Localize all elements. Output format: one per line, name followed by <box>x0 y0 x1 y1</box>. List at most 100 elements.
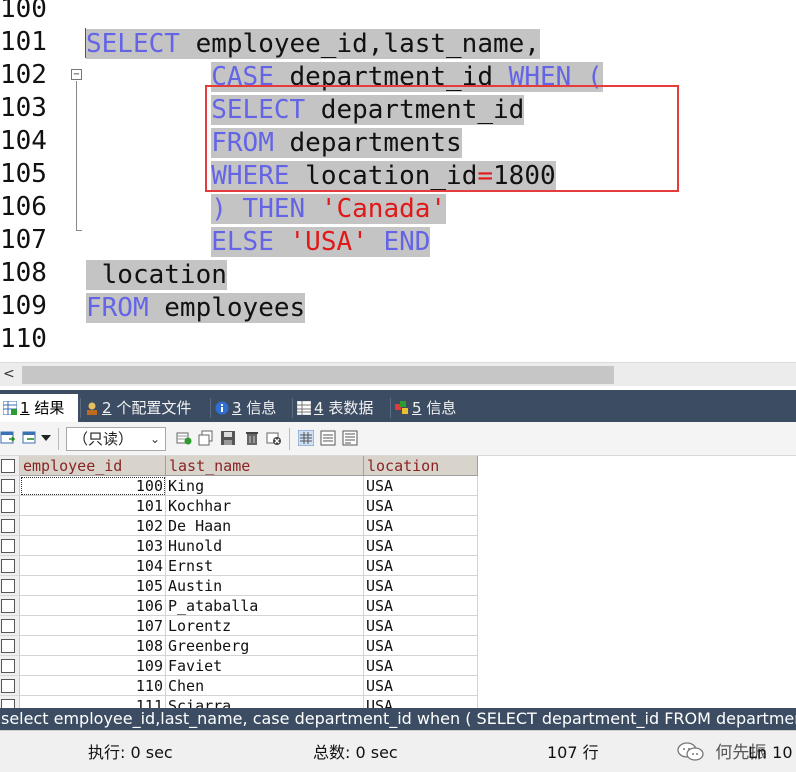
cell-last-name[interactable]: De Haan <box>166 516 364 536</box>
tab-5[interactable]: 5 信息 <box>392 394 470 422</box>
row-checkbox[interactable] <box>1 519 15 533</box>
cell-employee-id[interactable]: 111 <box>20 696 166 708</box>
cell-location[interactable]: USA <box>364 656 478 676</box>
row-checkbox[interactable] <box>1 619 15 633</box>
duplicate-row-icon[interactable] <box>198 430 214 446</box>
cell-employee-id[interactable]: 108 <box>20 636 166 656</box>
table-row[interactable]: 101 Kochhar USA <box>0 496 478 516</box>
cell-location[interactable]: USA <box>364 516 478 536</box>
table-row[interactable]: 109 Faviet USA <box>0 656 478 676</box>
column-header-location[interactable]: location <box>364 456 478 476</box>
cell-employee-id[interactable]: 100 <box>20 476 166 496</box>
cell-location[interactable]: USA <box>364 696 478 708</box>
tab-1[interactable]: 1 结果 <box>0 394 78 422</box>
tab-2[interactable]: 2 个配置文件 <box>82 394 208 422</box>
cell-employee-id[interactable]: 103 <box>20 536 166 556</box>
row-selector[interactable] <box>0 636 20 656</box>
export-icon[interactable] <box>0 430 16 446</box>
cell-employee-id[interactable]: 109 <box>20 656 166 676</box>
table-row[interactable]: 111 Sciarra USA <box>0 696 478 708</box>
cell-location[interactable]: USA <box>364 556 478 576</box>
row-selector[interactable] <box>0 556 20 576</box>
cell-employee-id[interactable]: 104 <box>20 556 166 576</box>
cell-last-name[interactable]: Greenberg <box>166 636 364 656</box>
cell-employee-id[interactable]: 110 <box>20 676 166 696</box>
save-icon[interactable] <box>220 430 236 446</box>
table-row[interactable]: 100 King USA <box>0 476 478 496</box>
select-all-cell[interactable] <box>0 456 20 476</box>
fold-collapse-icon[interactable]: − <box>71 69 82 80</box>
readonly-mode-select[interactable]: （只读） ⌄ <box>66 427 166 451</box>
cell-location[interactable]: USA <box>364 576 478 596</box>
row-selector[interactable] <box>0 536 20 556</box>
grid-view-icon[interactable] <box>298 430 314 446</box>
row-checkbox[interactable] <box>1 499 15 513</box>
cell-employee-id[interactable]: 105 <box>20 576 166 596</box>
cell-last-name[interactable]: King <box>166 476 364 496</box>
result-grid[interactable]: employee_id last_name location 100 King US… <box>0 456 796 708</box>
select-all-checkbox[interactable] <box>1 459 15 473</box>
row-selector[interactable] <box>0 616 20 636</box>
table-row[interactable]: 103 Hunold USA <box>0 536 478 556</box>
cell-last-name[interactable]: Kochhar <box>166 496 364 516</box>
cell-last-name[interactable]: Ernst <box>166 556 364 576</box>
delete-icon[interactable] <box>244 430 260 446</box>
cell-employee-id[interactable]: 107 <box>20 616 166 636</box>
cell-last-name[interactable]: Austin <box>166 576 364 596</box>
cell-last-name[interactable]: Sciarra <box>166 696 364 708</box>
cell-location[interactable]: USA <box>364 476 478 496</box>
sql-editor[interactable]: 100 101 102 103 104 105 106 107 108 109 110 − SELE… <box>0 0 796 362</box>
cell-employee-id[interactable]: 106 <box>20 596 166 616</box>
row-selector[interactable] <box>0 596 20 616</box>
cell-location[interactable]: USA <box>364 596 478 616</box>
row-selector[interactable] <box>0 576 20 596</box>
row-checkbox[interactable] <box>1 479 15 493</box>
text-view-icon[interactable] <box>342 430 358 446</box>
column-header-employee-id[interactable]: employee_id <box>20 456 166 476</box>
column-header-last-name[interactable]: last_name <box>166 456 364 476</box>
table-row[interactable]: 107 Lorentz USA <box>0 616 478 636</box>
row-selector[interactable] <box>0 676 20 696</box>
row-checkbox[interactable] <box>1 639 15 653</box>
cell-last-name[interactable]: P_ataballa <box>166 596 364 616</box>
row-selector[interactable] <box>0 476 20 496</box>
import-icon[interactable] <box>22 430 38 446</box>
cell-employee-id[interactable]: 101 <box>20 496 166 516</box>
row-checkbox[interactable] <box>1 699 15 708</box>
cell-location[interactable]: USA <box>364 616 478 636</box>
cell-last-name[interactable]: Chen <box>166 676 364 696</box>
table-row[interactable]: 108 Greenberg USA <box>0 636 478 656</box>
form-view-icon[interactable] <box>320 430 336 446</box>
add-row-icon[interactable] <box>176 430 192 446</box>
cell-last-name[interactable]: Hunold <box>166 536 364 556</box>
cell-location[interactable]: USA <box>364 536 478 556</box>
row-checkbox[interactable] <box>1 559 15 573</box>
table-row[interactable]: 105 Austin USA <box>0 576 478 596</box>
cell-last-name[interactable]: Faviet <box>166 656 364 676</box>
row-checkbox[interactable] <box>1 539 15 553</box>
cell-location[interactable]: USA <box>364 676 478 696</box>
row-checkbox[interactable] <box>1 579 15 593</box>
row-selector[interactable] <box>0 496 20 516</box>
cell-employee-id[interactable]: 102 <box>20 516 166 536</box>
row-checkbox[interactable] <box>1 659 15 673</box>
cell-last-name[interactable]: Lorentz <box>166 616 364 636</box>
table-row[interactable]: 106 P_ataballa USA <box>0 596 478 616</box>
table-row[interactable]: 102 De Haan USA <box>0 516 478 536</box>
table-row[interactable]: 110 Chen USA <box>0 676 478 696</box>
cancel-changes-icon[interactable] <box>266 430 282 446</box>
table-row[interactable]: 104 Ernst USA <box>0 556 478 576</box>
row-selector[interactable] <box>0 656 20 676</box>
cell-location[interactable]: USA <box>364 496 478 516</box>
horizontal-scrollbar[interactable]: < <box>0 362 796 386</box>
cell-location[interactable]: USA <box>364 636 478 656</box>
scrollbar-thumb[interactable] <box>22 366 614 384</box>
row-checkbox[interactable] <box>1 679 15 693</box>
tab-3[interactable]: 3 信息 <box>212 394 290 422</box>
row-selector[interactable] <box>0 516 20 536</box>
scroll-left-icon[interactable]: < <box>3 365 19 383</box>
row-checkbox[interactable] <box>1 599 15 613</box>
row-selector[interactable] <box>0 696 20 708</box>
tab-4[interactable]: 4 表数据 <box>294 394 388 422</box>
dropdown-arrow-icon[interactable] <box>40 433 52 443</box>
